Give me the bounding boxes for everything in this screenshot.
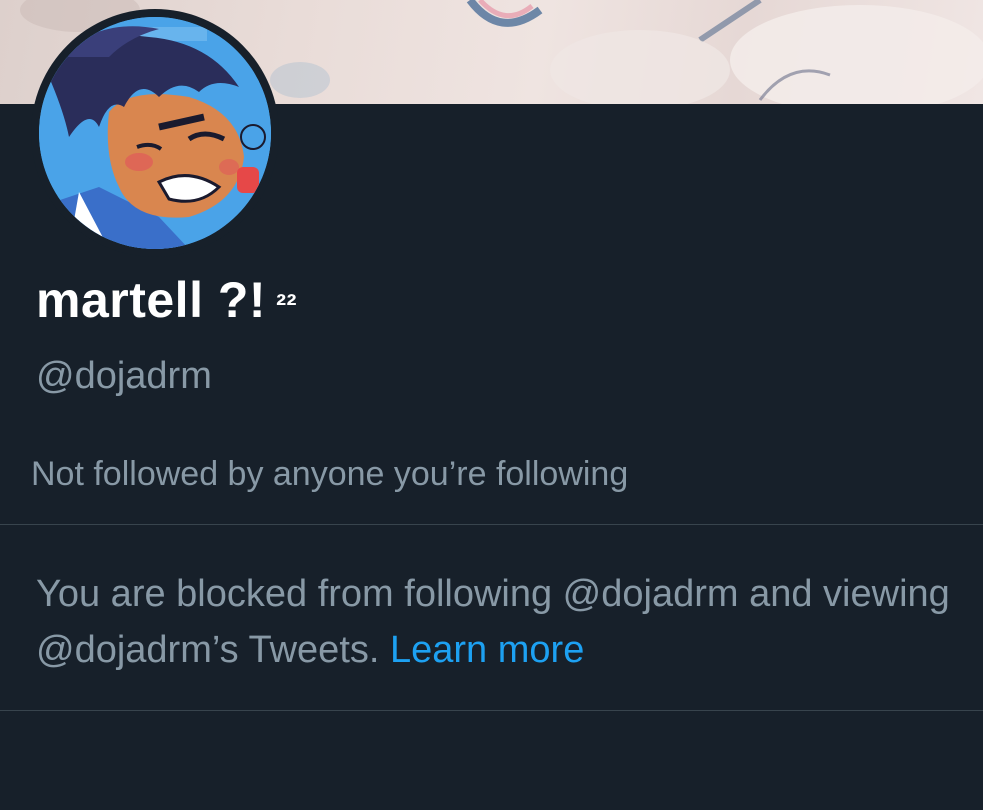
display-name-text: martell ?! [36,272,267,328]
blocked-notice: You are blocked from following @dojadrm … [36,566,966,678]
avatar-image [39,17,271,249]
display-name-superscript: ²² [276,289,298,322]
learn-more-link[interactable]: Learn more [390,629,584,671]
profile-handle: @dojadrm [36,355,212,397]
display-name: martell ?! ²² [36,270,297,330]
followers-you-know-note[interactable]: Not followed by anyone you’re following [31,452,628,496]
divider [0,710,983,711]
divider [0,524,983,525]
profile-avatar[interactable] [31,9,279,257]
profile-page: martell ?! ²² @dojadrm Not followed by an… [0,0,983,810]
